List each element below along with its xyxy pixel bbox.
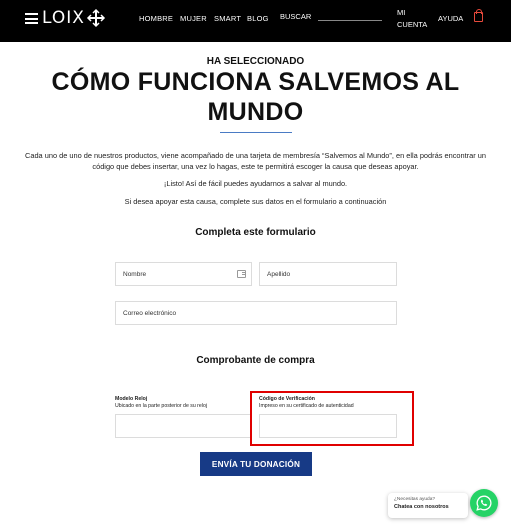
email-input[interactable] xyxy=(116,302,396,325)
page-subtitle: HA SELECCIONADO xyxy=(206,56,305,67)
modelo-label-title: Modelo Reloj xyxy=(115,396,148,402)
form-section-title: Completa este formulario xyxy=(195,227,316,238)
account-link[interactable]: MI CUENTA xyxy=(397,7,433,31)
apellido-field[interactable] xyxy=(259,262,397,286)
modelo-hint: Ubicado en la parte posterior de su relo… xyxy=(115,402,207,409)
logo[interactable]: LOIX xyxy=(42,8,106,28)
nombre-field[interactable] xyxy=(115,262,252,286)
whatsapp-icon xyxy=(476,495,492,511)
nav-blog[interactable]: BLOG xyxy=(247,14,269,23)
search-input[interactable] xyxy=(318,20,382,21)
page-title: CÓMO FUNCIONA SALVEMOS AL MUNDO xyxy=(51,68,460,126)
correo-field[interactable] xyxy=(115,301,397,325)
whatsapp-button[interactable] xyxy=(470,489,498,517)
help-paragraph: ¡Listo! Así de fácil puedes ayudarnos a … xyxy=(163,179,348,188)
menu-icon[interactable] xyxy=(25,13,38,24)
nombre-input[interactable] xyxy=(116,263,251,286)
nav-mujer[interactable]: MUJER xyxy=(180,14,207,23)
search-label[interactable]: BUSCAR xyxy=(280,12,311,21)
help-link[interactable]: AYUDA xyxy=(438,14,463,23)
apellido-input[interactable] xyxy=(260,263,396,286)
modelo-input[interactable] xyxy=(116,415,251,438)
modelo-label: Modelo Reloj Ubicado en la parte posteri… xyxy=(115,396,207,409)
nav-smart[interactable]: SMART xyxy=(214,14,241,23)
contact-card-icon xyxy=(237,270,246,278)
account-line1: MI xyxy=(397,8,406,17)
shopping-bag-icon[interactable] xyxy=(474,9,483,22)
title-divider xyxy=(220,132,292,133)
logo-cross-icon xyxy=(86,8,105,28)
proof-section-title: Comprobante de compra xyxy=(196,355,315,366)
intro-paragraph: Cada uno de uno de nuestros productos, v… xyxy=(25,151,486,171)
logo-text: LOIX xyxy=(42,8,85,28)
form-intro-paragraph: Si desea apoyar esta causa, complete sus… xyxy=(124,197,387,206)
chat-question: ¿Necesitas ayuda? xyxy=(394,497,436,502)
top-header: LOIX HOMBRE MUJER SMART BLOG BUSCAR MI C… xyxy=(0,0,511,42)
highlight-box xyxy=(250,391,414,446)
chat-text: Chatea con nosotros xyxy=(394,504,449,510)
nav-hombre[interactable]: HOMBRE xyxy=(139,14,173,23)
submit-donation-button[interactable]: ENVÍA TU DONACIÓN xyxy=(200,452,312,476)
modelo-field[interactable] xyxy=(115,414,252,438)
chat-bubble[interactable]: ¿Necesitas ayuda? Chatea con nosotros xyxy=(388,493,468,518)
account-line2: CUENTA xyxy=(397,20,428,29)
